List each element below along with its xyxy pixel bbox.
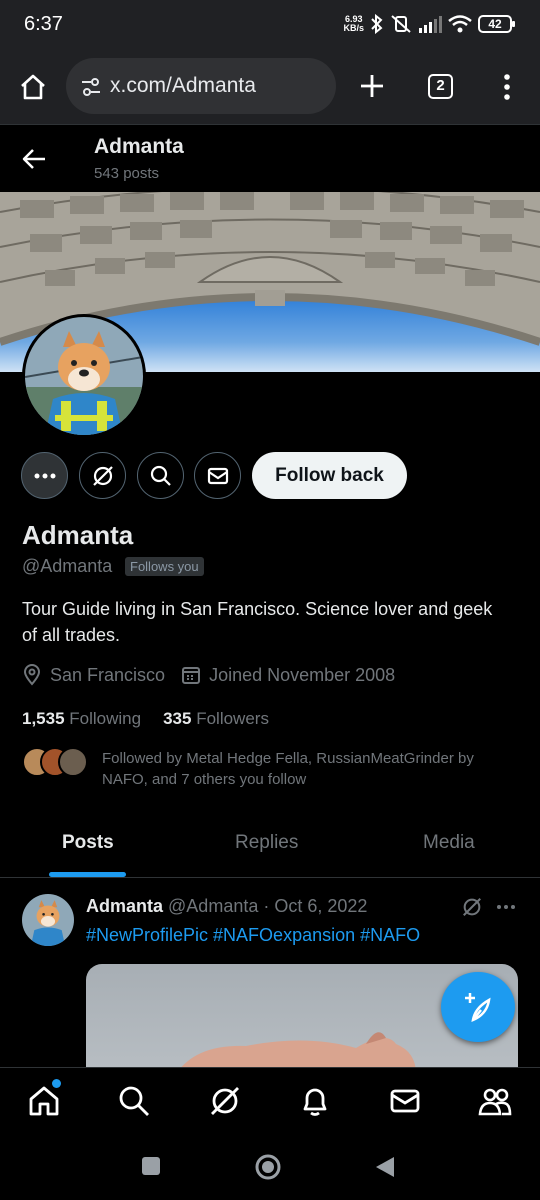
post-hashtags[interactable]: #NewProfilePic #NAFOexpansion #NAFO xyxy=(86,925,420,946)
more-options-button[interactable] xyxy=(21,452,68,499)
followed-by-text[interactable]: Followed by Metal Hedge Fella, RussianMe… xyxy=(102,748,522,790)
active-tab-indicator xyxy=(49,872,126,877)
profile-handle: @Admanta xyxy=(22,556,113,576)
browser-toolbar: x.com/Admanta 2 xyxy=(0,52,540,124)
tab-replies[interactable]: Replies xyxy=(235,832,298,854)
home-icon[interactable] xyxy=(18,72,48,102)
profile-avatar[interactable] xyxy=(22,314,146,438)
calendar-icon xyxy=(182,667,201,684)
battery-icon: 42 xyxy=(478,15,515,33)
post-header: Admanta @Admanta · Oct 6, 2022 xyxy=(86,896,367,917)
grok-button[interactable] xyxy=(79,452,126,499)
signal-icon xyxy=(419,16,442,33)
wifi-icon xyxy=(448,15,472,33)
tab-media[interactable]: Media xyxy=(423,832,475,854)
bottom-navigation xyxy=(0,1067,540,1135)
url-bar[interactable]: x.com/Admanta xyxy=(66,58,336,114)
menu-icon[interactable] xyxy=(497,72,517,102)
post-author-name[interactable]: Admanta xyxy=(86,896,163,916)
header-name: Admanta xyxy=(94,135,184,158)
grok-icon xyxy=(92,465,113,486)
profile-header: Admanta 543 posts xyxy=(0,124,540,192)
notifications-icon[interactable] xyxy=(298,1084,332,1118)
search-icon xyxy=(150,465,171,486)
profile-tabs: Posts Replies Media xyxy=(0,818,540,878)
unread-indicator xyxy=(52,1079,61,1088)
status-time: 6:37 xyxy=(24,13,63,35)
vibrate-off-icon xyxy=(391,15,411,33)
more-icon xyxy=(34,473,55,478)
bluetooth-icon xyxy=(371,14,383,34)
profile-name: Admanta xyxy=(22,520,134,550)
grok-icon[interactable] xyxy=(208,1084,242,1118)
post-author-avatar[interactable] xyxy=(22,894,74,946)
plus-icon[interactable] xyxy=(357,71,387,101)
tabs-icon[interactable]: 2 xyxy=(428,74,453,99)
home-circle-icon[interactable] xyxy=(254,1153,282,1181)
avatar-image xyxy=(25,317,143,435)
back-triangle-icon[interactable] xyxy=(374,1155,396,1179)
search-profile-button[interactable] xyxy=(137,452,184,499)
url-text[interactable]: x.com/Admanta xyxy=(110,74,256,98)
compose-post-button[interactable] xyxy=(441,972,515,1042)
follows-you-badge: Follows you xyxy=(125,557,204,576)
profile-joined-date: Joined November 2008 xyxy=(209,664,396,685)
mutual-avatar xyxy=(58,747,88,777)
more-icon[interactable] xyxy=(496,896,516,918)
post-author-handle[interactable]: @Admanta xyxy=(168,896,258,916)
status-icons: 6.93 KB/s 42 xyxy=(343,14,515,34)
tab-posts[interactable]: Posts xyxy=(62,832,114,854)
mail-icon[interactable] xyxy=(388,1084,422,1118)
communities-icon[interactable] xyxy=(478,1084,512,1118)
network-speed: 6.93 KB/s xyxy=(343,14,364,33)
followers-link[interactable]: 335 Followers xyxy=(163,709,269,728)
system-navigation-bar xyxy=(0,1135,540,1200)
follow-back-button[interactable]: Follow back xyxy=(252,452,407,499)
back-arrow-icon[interactable] xyxy=(20,145,48,173)
profile-location: San Francisco xyxy=(50,664,166,685)
grok-icon[interactable] xyxy=(461,896,483,918)
following-link[interactable]: 1,535 Following xyxy=(22,709,141,728)
status-bar: 6:37 6.93 KB/s 42 xyxy=(0,0,540,52)
recents-icon[interactable] xyxy=(140,1155,162,1177)
location-icon xyxy=(23,664,41,686)
post-date[interactable]: · Oct 6, 2022 xyxy=(263,896,367,916)
compose-icon xyxy=(465,993,491,1023)
tune-icon[interactable] xyxy=(80,76,102,98)
post-avatar-image xyxy=(22,894,74,946)
mutual-followers-avatars[interactable] xyxy=(22,747,88,779)
message-button[interactable] xyxy=(194,452,241,499)
search-icon[interactable] xyxy=(117,1084,151,1118)
mail-icon xyxy=(207,467,228,484)
header-post-count: 543 posts xyxy=(94,165,160,182)
profile-bio: Tour Guide living in San Francisco. Scie… xyxy=(22,599,493,645)
home-icon[interactable] xyxy=(27,1084,61,1118)
profile-meta: San Francisco Joined November 2008 xyxy=(22,664,395,686)
follow-stats: 1,535 Following 335 Followers xyxy=(22,709,269,729)
